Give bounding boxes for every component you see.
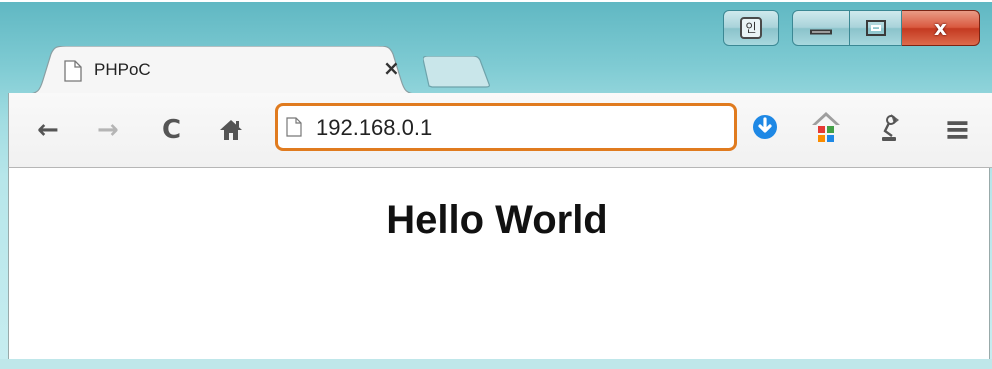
page-heading: Hello World [386, 198, 608, 242]
new-tab-button[interactable] [423, 56, 491, 88]
forward-icon[interactable]: → [97, 117, 119, 143]
page-icon [286, 117, 302, 137]
page-favicon-icon [64, 60, 82, 82]
back-icon[interactable]: ← [37, 117, 59, 143]
maximize-button[interactable] [850, 10, 902, 46]
address-bar[interactable] [275, 103, 737, 151]
home-icon[interactable] [219, 119, 243, 141]
ime-button[interactable]: 인 [723, 10, 779, 46]
url-input[interactable] [314, 114, 718, 142]
window-bottom-border [0, 359, 992, 369]
minimize-icon [810, 29, 832, 35]
menu-icon[interactable]: ≡ [944, 113, 971, 145]
close-window-button[interactable]: x [902, 10, 980, 46]
reload-icon[interactable]: C [162, 117, 181, 143]
maximize-icon [865, 20, 886, 36]
close-icon: x [934, 16, 947, 40]
page-viewport: Hello World [8, 168, 990, 359]
browser-window: 인 x PHPoC × ← → C 192.168.0.1 ≡ Hello Wo… [0, 0, 992, 369]
colorful-house-extension-icon[interactable] [810, 110, 842, 144]
browser-toolbar: ← → C 192.168.0.1 ≡ [8, 93, 992, 168]
minimize-button[interactable] [792, 10, 850, 46]
tab-shape [26, 46, 418, 94]
tab-phpoc[interactable]: PHPoC × [26, 46, 418, 94]
download-icon[interactable] [751, 113, 779, 141]
ime-icon: 인 [740, 17, 762, 39]
tab-title: PHPoC [94, 60, 151, 79]
tab-close-icon[interactable]: × [383, 56, 400, 80]
lamp-extension-icon[interactable] [877, 111, 903, 143]
